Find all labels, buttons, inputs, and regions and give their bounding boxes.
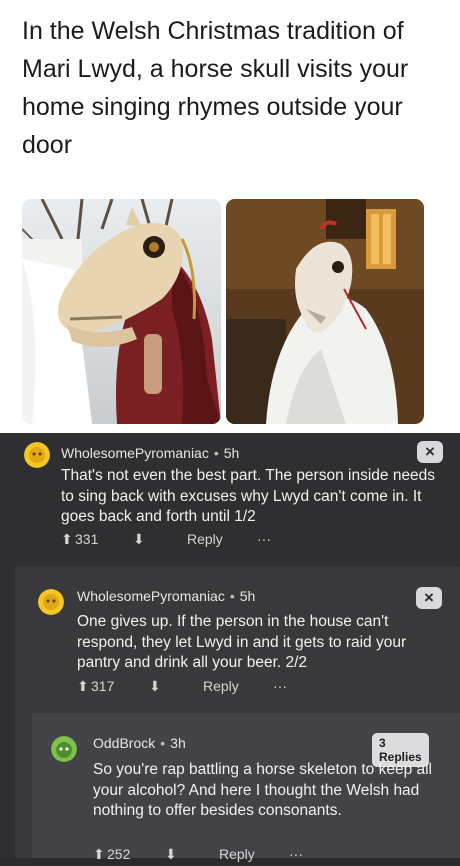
- downvote-icon[interactable]: ⬇: [149, 678, 161, 695]
- downvote-icon[interactable]: ⬇: [165, 846, 177, 863]
- comment-author[interactable]: OddBrock • 3h: [93, 735, 186, 751]
- downvote-icon[interactable]: ⬇: [133, 531, 145, 548]
- more-options-icon[interactable]: ···: [273, 678, 287, 694]
- separator: •: [213, 445, 219, 461]
- more-options-icon[interactable]: ···: [257, 531, 271, 547]
- score: 252: [107, 846, 131, 862]
- upvote-icon[interactable]: ⬆: [61, 531, 73, 548]
- reply-button[interactable]: Reply: [203, 678, 239, 694]
- mari-lwyd-photo-left: [22, 199, 221, 424]
- timestamp: 3h: [170, 735, 186, 751]
- separator: •: [229, 588, 235, 604]
- close-icon[interactable]: ×: [416, 587, 442, 609]
- reply-button[interactable]: Reply: [219, 846, 255, 862]
- timestamp: 5h: [223, 445, 240, 461]
- upvote-icon[interactable]: ⬆: [77, 678, 89, 695]
- comment-body: That's not even the best part. The perso…: [61, 467, 436, 525]
- close-icon[interactable]: ×: [417, 441, 443, 463]
- separator: •: [160, 735, 166, 751]
- username[interactable]: WholesomePyromaniac: [61, 445, 209, 461]
- post-title: In the Welsh Christmas tradition of Mari…: [22, 17, 409, 159]
- comment-body: One gives up. If the person in the house…: [77, 613, 407, 671]
- avatar[interactable]: [38, 589, 64, 615]
- mari-lwyd-photo-right: [226, 199, 424, 424]
- comment-body: So you're rap battling a horse skeleton …: [93, 761, 433, 819]
- username[interactable]: OddBrock: [93, 735, 155, 751]
- comment-author[interactable]: WholesomePyromaniac • 5h: [77, 588, 255, 604]
- more-options-icon[interactable]: ···: [289, 846, 303, 862]
- username[interactable]: WholesomePyromaniac: [77, 588, 225, 604]
- comment-author[interactable]: WholesomePyromaniac • 5h: [61, 445, 239, 461]
- reply-button[interactable]: Reply: [187, 531, 223, 547]
- comment-actions: ⬆ 317 ⬇ Reply ···: [77, 678, 377, 698]
- score: 317: [91, 678, 115, 694]
- score: 331: [75, 531, 99, 547]
- post-header: In the Welsh Christmas tradition of Mari…: [0, 0, 460, 433]
- avatar[interactable]: [24, 442, 50, 468]
- timestamp: 5h: [239, 588, 256, 604]
- upvote-icon[interactable]: ⬆: [93, 846, 105, 863]
- comment-actions: ⬆ 252 ⬇ Reply ···: [93, 846, 393, 866]
- avatar[interactable]: [51, 736, 77, 762]
- comment-actions: ⬆ 331 ⬇ Reply ···: [61, 531, 361, 551]
